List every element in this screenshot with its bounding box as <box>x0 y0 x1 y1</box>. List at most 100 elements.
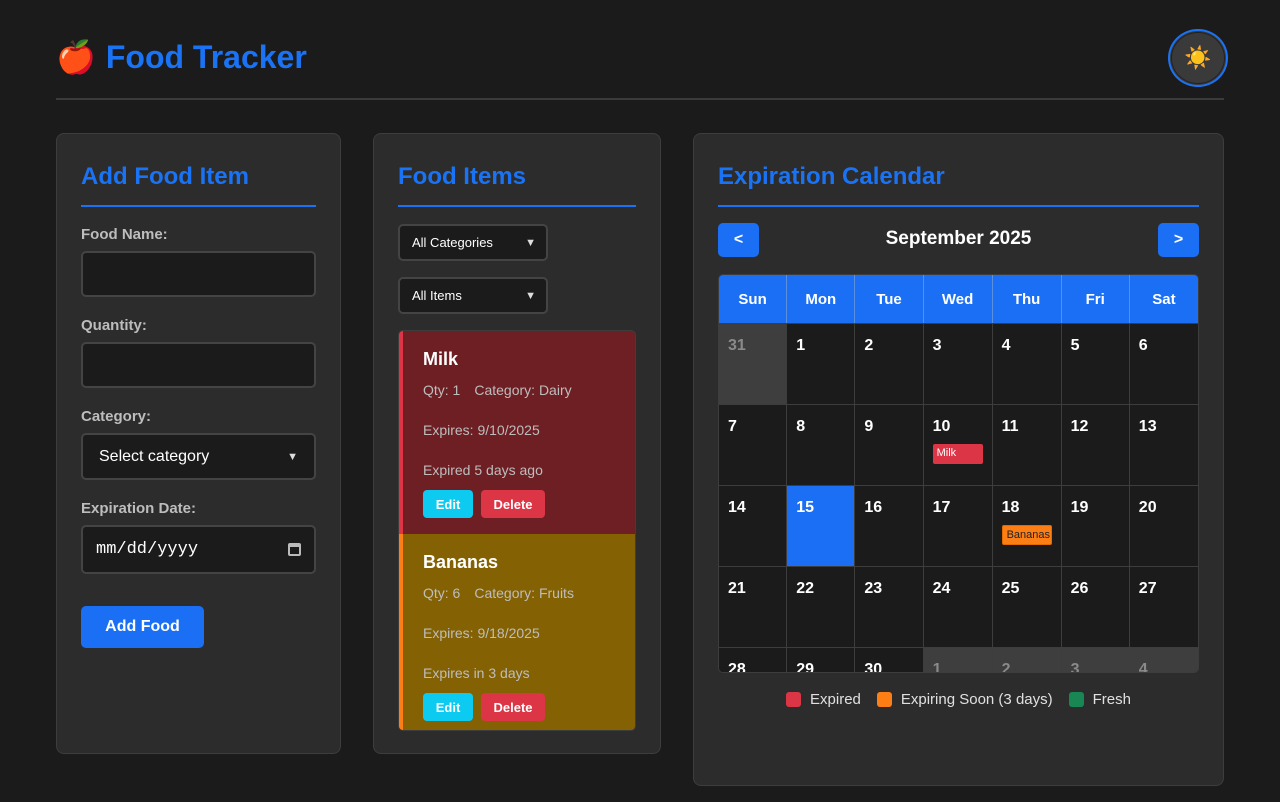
calendar-day[interactable]: 25 <box>992 566 1062 647</box>
weekday-header: Mon <box>787 275 856 323</box>
weekday-header: Sun <box>719 275 788 323</box>
calendar-day[interactable]: 4 <box>1129 647 1198 672</box>
item-meta: Qty: 6 Category: Fruits <box>423 585 617 601</box>
calendar-event-tag[interactable]: Milk <box>932 444 983 464</box>
legend-label: Expired <box>810 691 861 708</box>
food-items-title: Food Items <box>398 163 636 207</box>
day-number: 21 <box>728 580 746 597</box>
food-name-input[interactable] <box>81 251 316 297</box>
app-title-text: Food Tracker <box>105 38 307 75</box>
expiration-date-placeholder: mm/dd/yyyy <box>96 540 199 559</box>
category-filter-select[interactable]: All Categories ▼ <box>398 224 548 261</box>
calendar-icon[interactable] <box>288 543 301 556</box>
item-name: Bananas <box>423 552 499 572</box>
calendar-day[interactable]: 10 Milk <box>923 404 993 485</box>
quantity-input[interactable] <box>81 342 316 388</box>
chevron-down-icon: ▼ <box>525 289 536 302</box>
category-select[interactable]: Select category ▼ <box>81 433 316 480</box>
item-category: Category: Dairy <box>474 382 572 398</box>
calendar-day[interactable]: 30 <box>855 647 924 673</box>
expiration-date-input[interactable]: mm/dd/yyyy <box>81 525 316 574</box>
calendar-day[interactable]: 18 Bananas <box>992 485 1062 566</box>
calendar-day[interactable]: 14 <box>719 485 788 566</box>
calendar-day[interactable]: 2 <box>992 647 1062 673</box>
calendar-day[interactable]: 1 <box>923 647 993 672</box>
calendar-day-today[interactable]: 15 <box>787 485 856 566</box>
item-meta: Qty: 1 Category: Dairy <box>423 382 617 398</box>
day-number: 19 <box>1070 499 1089 516</box>
expiration-date-label: Expiration Date: <box>81 500 197 517</box>
calendar-day[interactable]: 26 <box>1061 566 1130 647</box>
calendar-day[interactable]: 24 <box>923 566 993 647</box>
add-food-button[interactable]: Add Food <box>81 606 204 648</box>
food-items-panel: Food Items All Categories ▼ All Items ▼ … <box>373 133 661 754</box>
calendar-title: Expiration Calendar <box>718 163 1199 207</box>
app-header: 🍎 Food Tracker ☀️ <box>56 28 1228 100</box>
list-item: Bananas Qty: 6 Category: Fruits Expires: … <box>399 534 635 730</box>
day-number: 22 <box>796 580 814 597</box>
calendar-day[interactable]: 19 <box>1061 485 1130 566</box>
day-number: 28 <box>728 661 746 673</box>
calendar-day[interactable]: 6 <box>1129 323 1198 404</box>
item-actions: Edit Delete <box>423 693 617 721</box>
day-number: 5 <box>1070 337 1080 354</box>
chevron-down-icon: ▼ <box>287 450 298 463</box>
legend-swatch <box>786 692 802 707</box>
calendar-day[interactable]: 22 <box>787 566 856 647</box>
calendar-day[interactable]: 1 <box>787 323 856 404</box>
calendar-day[interactable]: 4 <box>992 323 1062 404</box>
delete-button[interactable]: Delete <box>481 693 545 721</box>
calendar-day[interactable]: 3 <box>923 323 993 404</box>
day-number: 18 <box>1001 499 1020 516</box>
weekday-header: Wed <box>923 275 993 323</box>
calendar-day[interactable]: 13 <box>1129 404 1198 485</box>
edit-button[interactable]: Edit <box>423 490 473 518</box>
calendar-day[interactable]: 27 <box>1129 566 1198 647</box>
calendar-day[interactable]: 20 <box>1129 485 1198 566</box>
calendar-day[interactable]: 11 <box>992 404 1062 485</box>
edit-button[interactable]: Edit <box>423 693 473 721</box>
calendar-day[interactable]: 23 <box>855 566 924 647</box>
status-filter-value: All Items <box>412 288 462 303</box>
status-filter-select[interactable]: All Items ▼ <box>398 277 548 314</box>
calendar-day[interactable]: 28 <box>719 647 788 673</box>
calendar-event-tag[interactable]: Bananas <box>1001 525 1052 545</box>
calendar-day[interactable]: 5 <box>1061 323 1130 404</box>
legend-item: Expiring Soon (3 days) <box>876 691 1053 708</box>
day-number: 15 <box>796 499 814 516</box>
calendar-day[interactable]: 8 <box>787 404 856 485</box>
day-number: 26 <box>1070 580 1089 597</box>
item-name: Milk <box>423 349 459 369</box>
category-select-value: Select category <box>99 447 210 465</box>
calendar-day[interactable]: 16 <box>855 485 924 566</box>
day-number: 4 <box>1001 337 1011 354</box>
day-number: 25 <box>1001 580 1020 597</box>
calendar-day[interactable]: 12 <box>1061 404 1130 485</box>
legend-swatch <box>876 692 892 707</box>
calendar-day[interactable]: 21 <box>719 566 788 647</box>
calendar-day[interactable]: 3 <box>1061 647 1130 672</box>
day-number: 30 <box>864 661 883 673</box>
day-number: 16 <box>864 499 883 516</box>
day-number: 27 <box>1138 580 1157 597</box>
calendar-month: September 2025 <box>885 228 1032 249</box>
theme-toggle-button[interactable]: ☀️ <box>1168 29 1228 87</box>
next-month-button[interactable]: > <box>1158 223 1199 257</box>
day-number: 14 <box>728 499 746 516</box>
chevron-down-icon: ▼ <box>525 236 536 249</box>
day-number: 2 <box>864 337 874 354</box>
calendar-day[interactable]: 7 <box>719 404 788 485</box>
day-number: 29 <box>796 661 814 673</box>
calendar-day[interactable]: 17 <box>923 485 993 566</box>
day-number: 2 <box>1001 661 1011 673</box>
calendar-day[interactable]: 9 <box>855 404 924 485</box>
calendar-day[interactable]: 31 <box>719 323 788 404</box>
quantity-label: Quantity: <box>81 317 147 334</box>
calendar-day[interactable]: 29 <box>787 647 856 673</box>
calendar-grid-cells: Sun Mon Tue Wed Thu Fri Sat 31 1 2 3 4 5 6 7 8 9 10 Milk 11… <box>719 275 1198 673</box>
delete-button[interactable]: Delete <box>481 490 545 518</box>
app-title: 🍎 Food Tracker <box>56 38 307 76</box>
day-number: 17 <box>932 499 951 516</box>
day-number: 3 <box>932 337 942 354</box>
calendar-day[interactable]: 2 <box>855 323 924 404</box>
